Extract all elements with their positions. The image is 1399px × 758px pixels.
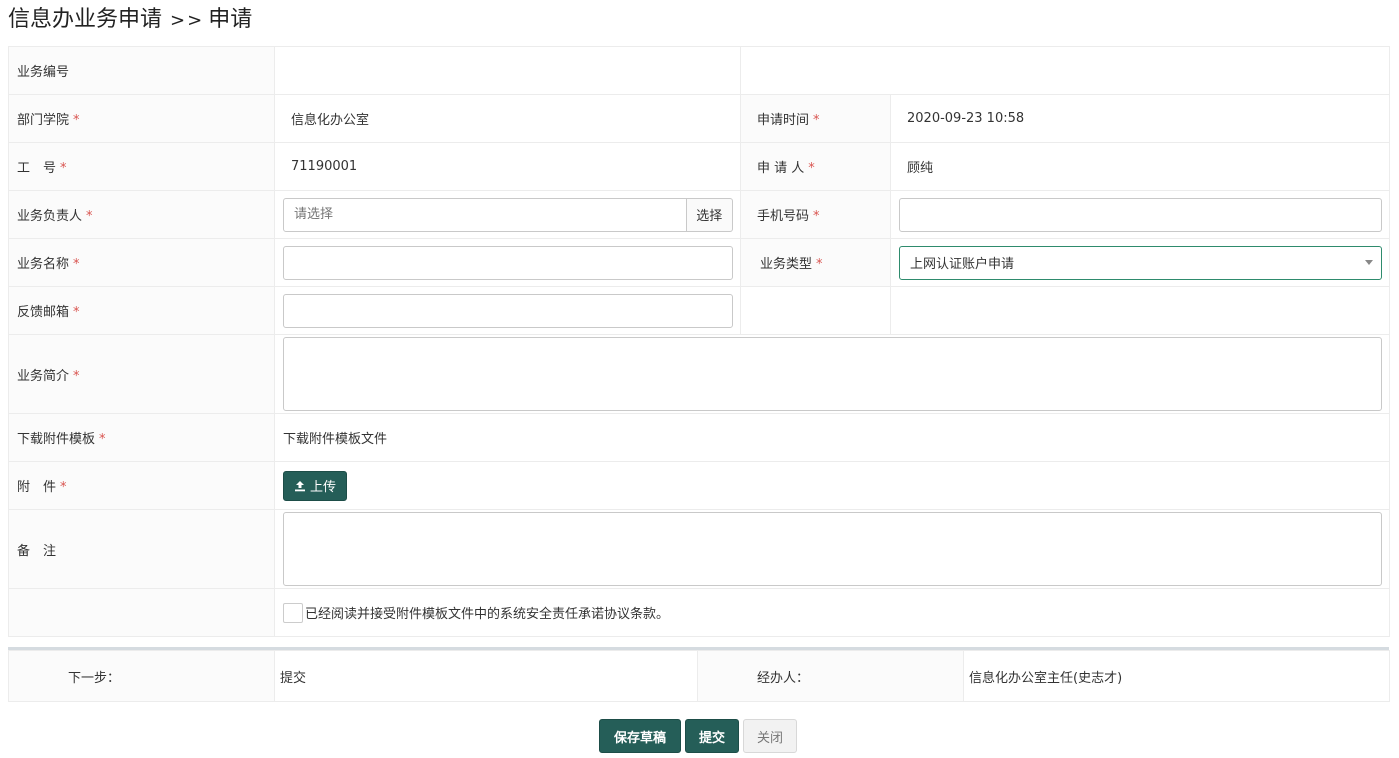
row-remark: 备 注 <box>8 509 1390 589</box>
row-attachment: 附 件 * 上传 <box>8 461 1390 510</box>
cell-business-name <box>274 238 741 287</box>
value-work-no: 71190001 <box>274 142 741 191</box>
label-applicant: 申 请 人 * <box>740 142 891 191</box>
row-intro: 业务简介 * <box>8 334 1390 414</box>
owner-select-button[interactable]: 选择 <box>686 197 733 232</box>
template-download-link[interactable]: 下载附件模板文件 <box>274 413 1390 462</box>
agree-checkbox[interactable] <box>283 602 303 623</box>
page-title-main: 信息办业务申请 <box>8 7 163 32</box>
workflow-table: 下一步： 提交 经办人： 信息化办公室主任(史志才) <box>8 650 1390 702</box>
business-type-select[interactable]: 上网认证账户申请 <box>899 245 1382 280</box>
label-intro: 业务简介 * <box>8 334 275 414</box>
owner-input[interactable] <box>283 197 687 232</box>
next-step-label: 下一步： <box>8 650 275 702</box>
label-owner: 业务负责人 * <box>8 190 275 239</box>
label-phone: 手机号码 * <box>740 190 891 239</box>
cell-intro <box>274 334 1390 414</box>
row-email: 反馈邮箱 * <box>8 286 1390 335</box>
submit-button[interactable]: 提交 <box>685 719 739 753</box>
handler-label: 经办人： <box>697 650 964 702</box>
owner-select-group: 选择 <box>283 197 733 232</box>
close-button[interactable]: 关闭 <box>743 719 797 753</box>
cell-email <box>274 286 741 335</box>
label-template: 下载附件模板 * <box>8 413 275 462</box>
chevron-down-icon <box>1365 260 1373 265</box>
label-dept: 部门学院 * <box>8 94 275 143</box>
cell-business-type: 上网认证账户申请 <box>890 238 1390 287</box>
label-business-no: 业务编号 <box>8 46 275 95</box>
label-business-name: 业务名称 * <box>8 238 275 287</box>
intro-textarea[interactable] <box>283 337 1382 411</box>
application-form: 业务编号 部门学院 * 信息化办公室 申请时间 * 2020-09-23 10:58… <box>8 46 1390 637</box>
agree-text: 已经阅读并接受附件模板文件中的系统安全责任承诺协议条款。 <box>305 607 670 622</box>
upload-button-label: 上传 <box>310 480 337 495</box>
value-apply-time: 2020-09-23 10:58 <box>890 94 1390 143</box>
cell-agree: 已经阅读并接受附件模板文件中的系统安全责任承诺协议条款。 <box>274 588 1390 637</box>
row-dept: 部门学院 * 信息化办公室 申请时间 * 2020-09-23 10:58 <box>8 94 1390 143</box>
cell-phone <box>890 190 1390 239</box>
row-business-name: 业务名称 * 业务类型 * 上网认证账户申请 <box>8 238 1390 287</box>
row-business-no: 业务编号 <box>8 46 1390 95</box>
cell-owner: 选择 <box>274 190 741 239</box>
cell-remark <box>274 509 1390 589</box>
row-work-no: 工 号 * 71190001 申 请 人 * 顾纯 <box>8 142 1390 191</box>
label-business-type: 业务类型 * <box>740 238 891 287</box>
cell-empty <box>890 286 1390 335</box>
cell-attachment: 上传 <box>274 461 1390 510</box>
phone-input[interactable] <box>899 197 1382 232</box>
label-apply-time: 申请时间 * <box>740 94 891 143</box>
upload-button[interactable]: 上传 <box>283 470 348 501</box>
cell-empty <box>740 46 1390 95</box>
title-separator: >> <box>170 10 205 31</box>
next-step-value: 提交 <box>274 650 698 702</box>
handler-value: 信息化办公室主任(史志才) <box>963 650 1390 702</box>
label-attachment: 附 件 * <box>8 461 275 510</box>
action-bar: 保存草稿 提交 关闭 <box>599 719 797 753</box>
email-input[interactable] <box>283 293 733 328</box>
label-remark: 备 注 <box>8 509 275 589</box>
label-email: 反馈邮箱 * <box>8 286 275 335</box>
value-business-no <box>274 46 741 95</box>
business-type-selected: 上网认证账户申请 <box>910 257 1015 272</box>
workflow-row: 下一步： 提交 经办人： 信息化办公室主任(史志才) <box>8 650 1390 702</box>
upload-icon <box>295 480 305 491</box>
cell-empty <box>8 588 275 637</box>
page-title: 信息办业务申请 >> 申请 <box>8 4 252 36</box>
value-dept: 信息化办公室 <box>274 94 741 143</box>
save-draft-button[interactable]: 保存草稿 <box>599 719 681 753</box>
business-name-input[interactable] <box>283 245 733 280</box>
label-work-no: 工 号 * <box>8 142 275 191</box>
value-applicant: 顾纯 <box>890 142 1390 191</box>
row-template: 下载附件模板 * 下载附件模板文件 <box>8 413 1390 462</box>
row-agree: 已经阅读并接受附件模板文件中的系统安全责任承诺协议条款。 <box>8 588 1390 637</box>
cell-empty <box>740 286 891 335</box>
page-title-sub: 申请 <box>208 7 253 32</box>
remark-textarea[interactable] <box>283 512 1382 586</box>
row-owner: 业务负责人* 选择 手机号码* <box>8 190 1390 239</box>
